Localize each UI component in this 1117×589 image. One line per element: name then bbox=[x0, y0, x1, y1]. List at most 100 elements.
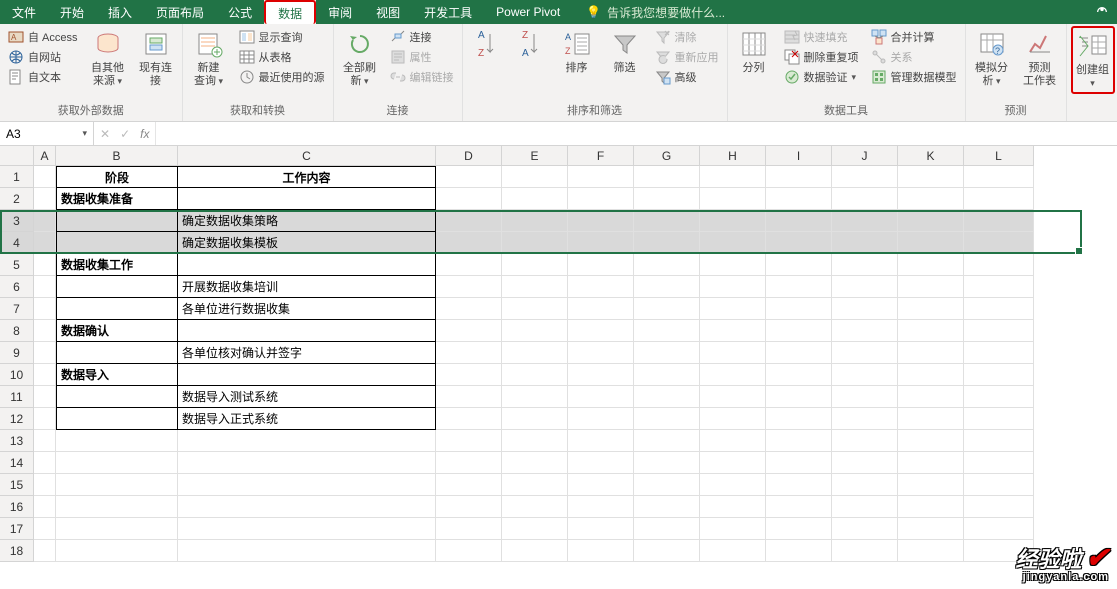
cell-B2[interactable]: 数据收集准备 bbox=[56, 188, 178, 210]
tab-data[interactable]: 数据 bbox=[264, 0, 316, 24]
flash-fill-button[interactable]: 快速填充 bbox=[780, 28, 863, 46]
cell-B10[interactable]: 数据导入 bbox=[56, 364, 178, 386]
row-8[interactable]: 8 bbox=[0, 320, 34, 342]
col-H[interactable]: H bbox=[700, 146, 766, 166]
cell-C12[interactable]: 数据导入正式系统 bbox=[178, 408, 436, 430]
show-queries-button[interactable]: 显示查询 bbox=[235, 28, 329, 46]
table-row[interactable]: 各单位进行数据收集 bbox=[34, 298, 1117, 320]
cell-B12[interactable] bbox=[56, 408, 178, 430]
tab-review[interactable]: 审阅 bbox=[316, 0, 364, 24]
formula-input[interactable] bbox=[156, 122, 1117, 145]
sort-za-button[interactable]: ZA bbox=[511, 26, 551, 62]
row-16[interactable]: 16 bbox=[0, 496, 34, 518]
cell-C2[interactable] bbox=[178, 188, 436, 210]
row-13[interactable]: 13 bbox=[0, 430, 34, 452]
recent-sources-button[interactable]: 最近使用的源 bbox=[235, 68, 329, 86]
filter-button[interactable]: 筛选 bbox=[603, 26, 647, 77]
tab-powerpivot[interactable]: Power Pivot bbox=[484, 0, 572, 24]
col-J[interactable]: J bbox=[832, 146, 898, 166]
row-4[interactable]: 4 bbox=[0, 232, 34, 254]
table-row[interactable] bbox=[34, 496, 1117, 518]
from-other-sources-button[interactable]: 自其他来源 bbox=[86, 26, 130, 90]
table-row[interactable]: 确定数据收集模板 bbox=[34, 232, 1117, 254]
row-10[interactable]: 10 bbox=[0, 364, 34, 386]
sort-az-button[interactable]: AZ bbox=[467, 26, 507, 62]
row-15[interactable]: 15 bbox=[0, 474, 34, 496]
cell-C6[interactable]: 开展数据收集培训 bbox=[178, 276, 436, 298]
advanced-filter-button[interactable]: 高级 bbox=[651, 68, 723, 86]
cell-C1[interactable]: 工作内容 bbox=[178, 166, 436, 188]
table-row[interactable]: 确定数据收集策略 bbox=[34, 210, 1117, 232]
fx-icon[interactable]: fx bbox=[140, 127, 149, 141]
cell-C9[interactable]: 各单位核对确认并签字 bbox=[178, 342, 436, 364]
col-L[interactable]: L bbox=[964, 146, 1034, 166]
cell-B6[interactable] bbox=[56, 276, 178, 298]
existing-connections-button[interactable]: 现有连接 bbox=[134, 26, 178, 90]
cell-B5[interactable]: 数据收集工作 bbox=[56, 254, 178, 276]
row-2[interactable]: 2 bbox=[0, 188, 34, 210]
col-G[interactable]: G bbox=[634, 146, 700, 166]
cell-C8[interactable] bbox=[178, 320, 436, 342]
row-6[interactable]: 6 bbox=[0, 276, 34, 298]
row-5[interactable]: 5 bbox=[0, 254, 34, 276]
table-row[interactable]: 数据收集准备 bbox=[34, 188, 1117, 210]
grid[interactable]: 阶段 工作内容 数据收集准备 确定数据收集策略 确定数据收集模板 bbox=[34, 166, 1117, 589]
table-row[interactable]: 数据收集工作 bbox=[34, 254, 1117, 276]
tell-me-search[interactable]: 💡 告诉我您想要做什么... bbox=[572, 0, 1087, 24]
row-11[interactable]: 11 bbox=[0, 386, 34, 408]
tab-dev[interactable]: 开发工具 bbox=[412, 0, 484, 24]
refresh-all-button[interactable]: 全部刷新 bbox=[338, 26, 382, 90]
table-row[interactable]: 开展数据收集培训 bbox=[34, 276, 1117, 298]
cell-C3[interactable]: 确定数据收集策略 bbox=[178, 210, 436, 232]
cell-B9[interactable] bbox=[56, 342, 178, 364]
row-9[interactable]: 9 bbox=[0, 342, 34, 364]
enter-icon[interactable]: ✓ bbox=[120, 127, 130, 141]
table-row[interactable] bbox=[34, 540, 1117, 562]
consolidate-button[interactable]: 合并计算 bbox=[867, 28, 961, 46]
row-headers[interactable]: 1 2 3 4 5 6 7 8 9 10 11 12 13 14 15 16 1… bbox=[0, 166, 34, 562]
relationships-button[interactable]: 关系 bbox=[867, 48, 961, 66]
tab-formula[interactable]: 公式 bbox=[216, 0, 264, 24]
col-A[interactable]: A bbox=[34, 146, 56, 166]
table-row[interactable] bbox=[34, 430, 1117, 452]
col-B[interactable]: B bbox=[56, 146, 178, 166]
table-row[interactable]: 数据导入 bbox=[34, 364, 1117, 386]
spreadsheet[interactable]: A B C D E F G H I J K L 1 2 3 4 5 6 7 8 … bbox=[0, 146, 1117, 589]
cell-B4[interactable] bbox=[56, 232, 178, 254]
table-row[interactable]: 各单位核对确认并签字 bbox=[34, 342, 1117, 364]
reapply-button[interactable]: 重新应用 bbox=[651, 48, 723, 66]
col-K[interactable]: K bbox=[898, 146, 964, 166]
table-row[interactable] bbox=[34, 452, 1117, 474]
tab-layout[interactable]: 页面布局 bbox=[144, 0, 216, 24]
edit-links-button[interactable]: 编辑链接 bbox=[386, 68, 458, 86]
cell-B7[interactable] bbox=[56, 298, 178, 320]
col-I[interactable]: I bbox=[766, 146, 832, 166]
from-text-button[interactable]: 自文本 bbox=[4, 68, 82, 86]
cell-C10[interactable] bbox=[178, 364, 436, 386]
table-row[interactable]: 数据导入测试系统 bbox=[34, 386, 1117, 408]
table-row[interactable]: 阶段 工作内容 bbox=[34, 166, 1117, 188]
tab-view[interactable]: 视图 bbox=[364, 0, 412, 24]
cell-C11[interactable]: 数据导入测试系统 bbox=[178, 386, 436, 408]
name-box[interactable]: A3▾ bbox=[0, 122, 94, 145]
tab-file[interactable]: 文件 bbox=[0, 0, 48, 24]
select-all-corner[interactable] bbox=[0, 146, 34, 166]
properties-button[interactable]: 属性 bbox=[386, 48, 458, 66]
row-17[interactable]: 17 bbox=[0, 518, 34, 540]
row-1[interactable]: 1 bbox=[0, 166, 34, 188]
group-rows-button[interactable]: 创建组 bbox=[1071, 26, 1115, 94]
manage-data-model-button[interactable]: 管理数据模型 bbox=[867, 68, 961, 86]
sort-button[interactable]: AZ 排序 bbox=[555, 26, 599, 77]
cell-B8[interactable]: 数据确认 bbox=[56, 320, 178, 342]
clear-filter-button[interactable]: 清除 bbox=[651, 28, 723, 46]
tab-insert[interactable]: 插入 bbox=[96, 0, 144, 24]
remove-duplicates-button[interactable]: 删除重复项 bbox=[780, 48, 863, 66]
from-access-button[interactable]: A自 Access bbox=[4, 28, 82, 46]
from-table-button[interactable]: 从表格 bbox=[235, 48, 329, 66]
connections-button[interactable]: 连接 bbox=[386, 28, 458, 46]
share-button[interactable] bbox=[1087, 0, 1117, 24]
text-to-columns-button[interactable]: 分列 bbox=[732, 26, 776, 77]
data-validation-button[interactable]: 数据验证 ▾ bbox=[780, 68, 863, 86]
row-3[interactable]: 3 bbox=[0, 210, 34, 232]
cell-B1[interactable]: 阶段 bbox=[56, 166, 178, 188]
